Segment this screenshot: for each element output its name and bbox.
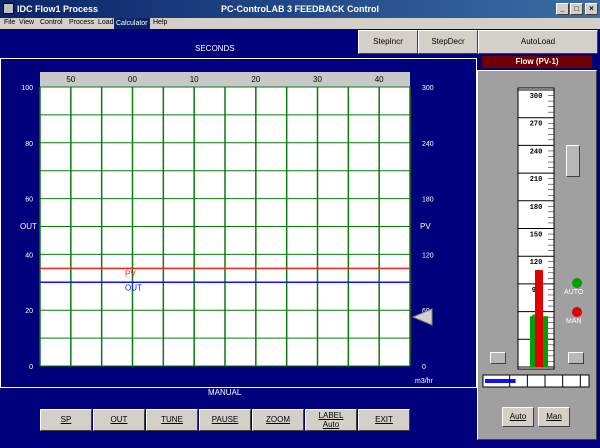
scale-label: 120	[530, 259, 543, 267]
increase-button[interactable]	[568, 352, 584, 364]
pv-bar	[535, 270, 543, 367]
man-lamp-icon	[572, 307, 582, 317]
man-button[interactable]: Man	[538, 407, 570, 427]
decrease-button[interactable]	[490, 352, 506, 364]
scale-label: 150	[530, 232, 543, 240]
auto-button[interactable]: Auto	[502, 407, 534, 427]
scale-label: 270	[530, 121, 543, 129]
auto-lamp-icon	[572, 278, 582, 288]
sp-adjust-icon[interactable]	[566, 145, 580, 177]
output-bar-fill	[485, 379, 516, 383]
man-lamp-label: MAN	[566, 318, 582, 325]
scale-label: 300	[530, 93, 543, 101]
scale-label: 240	[530, 148, 543, 156]
scale-label: 210	[530, 176, 543, 184]
faceplate-bargraph: 300270240210180150120906030	[482, 87, 590, 388]
scale-label: 180	[530, 204, 543, 212]
auto-lamp-label: AUTO	[564, 289, 584, 296]
